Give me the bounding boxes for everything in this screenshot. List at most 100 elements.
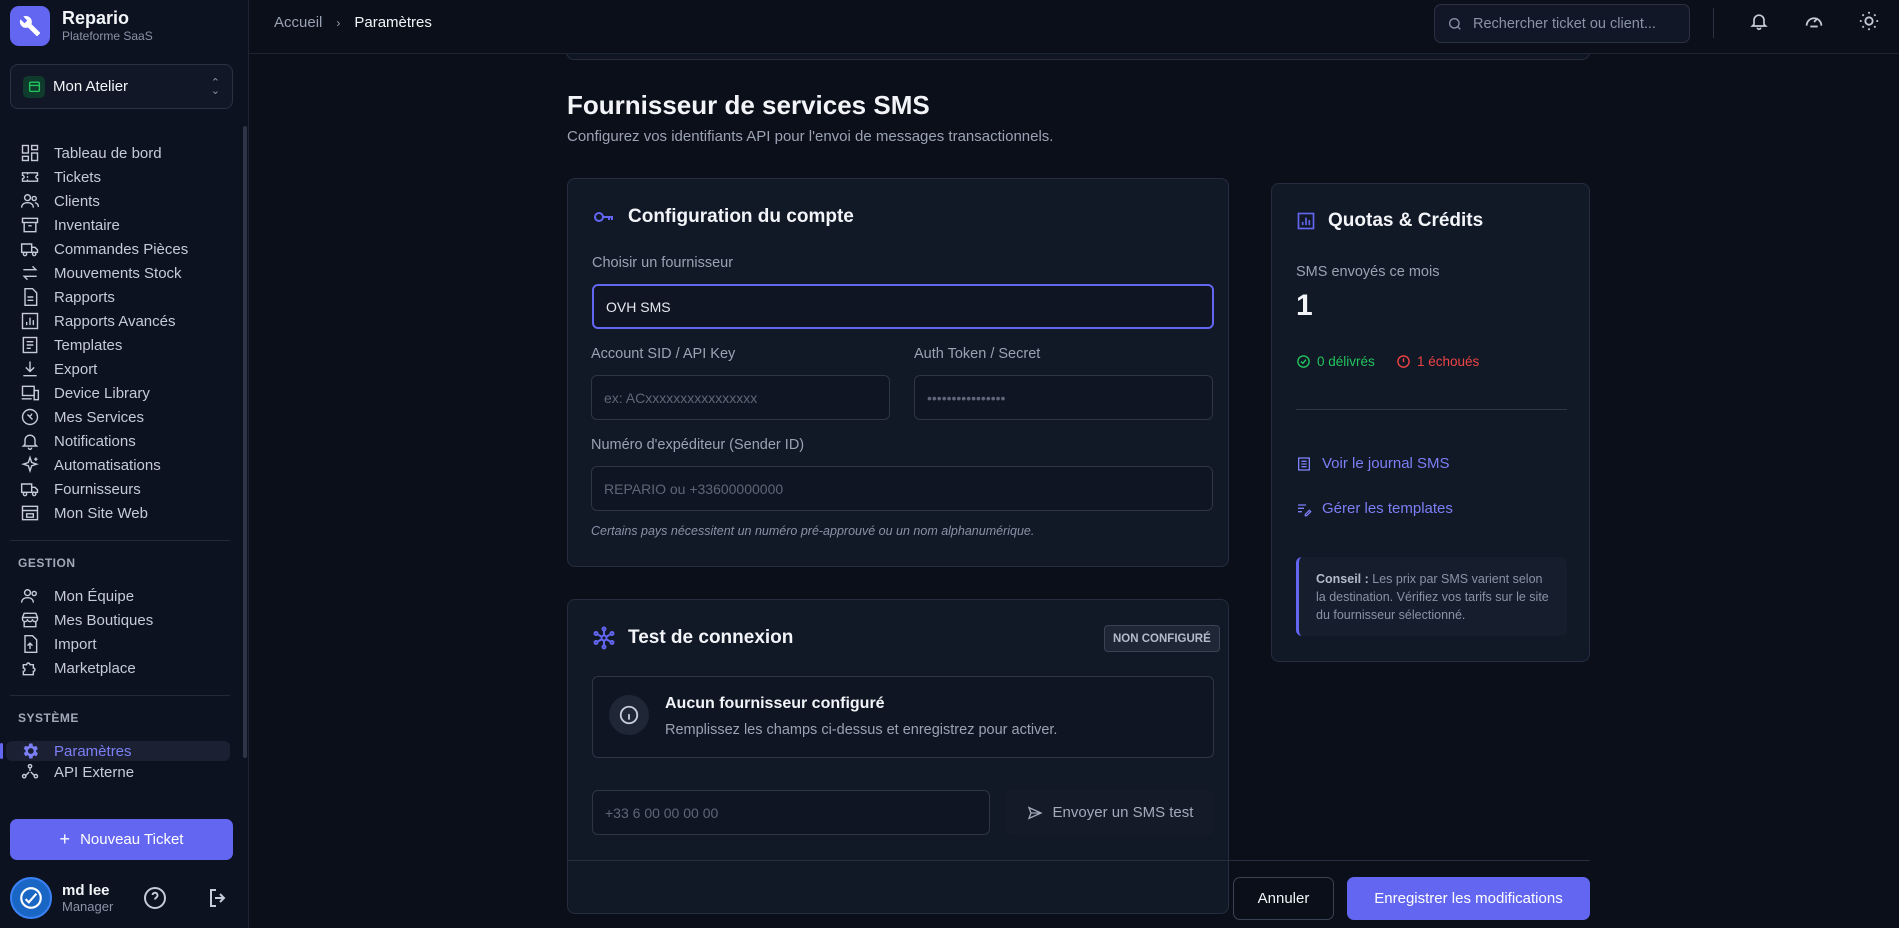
api-icon: [21, 764, 39, 779]
send-test-sms-button[interactable]: Envoyer un SMS test: [1006, 790, 1214, 835]
sidebar-item-automatisations[interactable]: Automatisations: [0, 453, 240, 477]
sidebar-item-label: Import: [54, 635, 97, 653]
token-field[interactable]: [914, 375, 1213, 420]
brand-name: Repario: [62, 8, 130, 28]
delivered-stat: 0 délivrés: [1296, 354, 1375, 369]
sidebar-item-label: Clients: [54, 192, 100, 210]
avatar[interactable]: [10, 877, 52, 919]
chevron-right-icon: ›: [336, 15, 341, 30]
sidebar-item-inventaire[interactable]: Inventaire: [0, 213, 240, 237]
info-text: Remplissez les champs ci-dessus et enreg…: [665, 722, 1058, 738]
sidebar-item-device-library[interactable]: Device Library: [0, 381, 240, 405]
provider-value: OVH SMS: [606, 298, 671, 315]
sidebar-item-label: Automatisations: [54, 456, 161, 474]
sidebar-item-label: API Externe: [54, 764, 135, 780]
manage-templates-link[interactable]: Gérer les templates: [1296, 500, 1453, 517]
chart-icon: [1297, 212, 1315, 230]
sidebar-item-label: Rapports: [54, 288, 115, 306]
sidebar-item-label: Paramètres: [54, 742, 132, 760]
search-input[interactable]: [1473, 15, 1673, 32]
topbar-divider: [1713, 8, 1714, 38]
sidebar-item-import[interactable]: Import: [0, 632, 240, 656]
section-title-gestion: GESTION: [18, 556, 76, 570]
sidebar-item-rapports-avances[interactable]: Rapports Avancés: [0, 309, 240, 333]
search-icon: [1449, 17, 1461, 30]
sid-field[interactable]: [591, 375, 890, 420]
sidebar-item-dashboard[interactable]: Tableau de bord: [0, 141, 240, 165]
token-input[interactable]: [927, 389, 1212, 406]
sun-icon[interactable]: [1856, 8, 1882, 34]
save-button[interactable]: Enregistrer les modifications: [1347, 877, 1590, 920]
provider-select[interactable]: OVH SMS: [592, 284, 1214, 329]
footer-divider: [567, 860, 1590, 861]
upload-icon: [24, 634, 38, 654]
sidebar-nav: Tableau de bord Tickets Clients Inventai…: [0, 141, 240, 780]
card-title: Configuration du compte: [592, 205, 854, 229]
test-phone-field[interactable]: [592, 790, 990, 835]
new-ticket-button[interactable]: + Nouveau Ticket: [10, 819, 233, 860]
sidebar-item-label: Mes Services: [54, 408, 145, 426]
test-phone-input[interactable]: [605, 804, 989, 821]
sid-input[interactable]: [604, 389, 889, 406]
cancel-button[interactable]: Annuler: [1233, 877, 1334, 920]
archive-icon: [21, 217, 39, 233]
bell-icon[interactable]: [1746, 8, 1772, 34]
speedometer-icon[interactable]: [1801, 8, 1827, 34]
sidebar-item-fournisseurs[interactable]: Fournisseurs: [0, 477, 240, 501]
sender-hint: Certains pays nécessitent un numéro pré-…: [591, 524, 1035, 538]
token-label: Auth Token / Secret: [914, 346, 1041, 362]
sidebar-item-clients[interactable]: Clients: [0, 189, 240, 213]
sidebar-item-label: Mes Boutiques: [54, 611, 154, 629]
sidebar-item-label: Export: [54, 360, 98, 378]
calendar-icon: [23, 75, 45, 98]
test-title: Test de connexion: [628, 627, 794, 648]
provider-label: Choisir un fournisseur: [592, 255, 734, 271]
team-icon: [20, 589, 37, 603]
sidebar-item-templates[interactable]: Templates: [0, 333, 240, 357]
sidebar-item-parametres[interactable]: Paramètres: [0, 741, 230, 761]
sent-count: 1: [1296, 289, 1313, 322]
quotas-card: Quotas & Crédits SMS envoyés ce mois 1 0…: [1271, 183, 1590, 662]
document-icon: [24, 287, 38, 307]
send-test-label: Envoyer un SMS test: [1052, 804, 1194, 821]
sender-input[interactable]: [604, 480, 1212, 497]
sidebar-item-api-externe[interactable]: API Externe: [0, 764, 240, 780]
breadcrumb-current: Paramètres: [354, 14, 432, 31]
sidebar-scrollbar[interactable]: [243, 126, 247, 758]
brand[interactable]: Repario Plateforme SaaS: [10, 6, 153, 46]
sidebar-item-label: Templates: [54, 336, 123, 354]
network-icon: [593, 626, 615, 650]
sidebar-item-site-web[interactable]: Mon Site Web: [0, 501, 240, 525]
quotas-title: Quotas & Crédits: [1328, 210, 1484, 231]
sender-field[interactable]: [591, 466, 1213, 511]
search-box[interactable]: [1434, 4, 1690, 43]
breadcrumb-home[interactable]: Accueil: [274, 14, 322, 31]
template-icon: [22, 336, 38, 354]
puzzle-icon: [22, 662, 36, 676]
sidebar-item-export[interactable]: Export: [0, 357, 240, 381]
workspace-selector[interactable]: Mon Atelier ⌃ ⌄: [10, 64, 233, 109]
sidebar-item-label: Mon Site Web: [54, 504, 148, 522]
sparkles-icon: [21, 455, 39, 474]
sidebar-item-rapports[interactable]: Rapports: [0, 285, 240, 309]
info-icon: [609, 695, 649, 735]
chart-icon: [21, 312, 39, 330]
sidebar-item-marketplace[interactable]: Marketplace: [0, 656, 240, 680]
info-title: Aucun fournisseur configuré: [665, 695, 885, 712]
help-icon[interactable]: [143, 886, 167, 913]
sidebar-item-mes-services[interactable]: Mes Services: [0, 405, 240, 429]
sidebar-item-tickets[interactable]: Tickets: [0, 165, 240, 189]
users-icon: [20, 194, 40, 208]
sidebar-item-label: Commandes Pièces: [54, 240, 189, 258]
sidebar-item-boutiques[interactable]: Mes Boutiques: [0, 608, 240, 632]
failed-stat: 1 échoués: [1396, 354, 1479, 369]
website-icon: [21, 505, 39, 521]
sidebar-item-mouvements[interactable]: Mouvements Stock: [0, 261, 240, 285]
sidebar-item-commandes[interactable]: Commandes Pièces: [0, 237, 240, 261]
logout-icon[interactable]: [206, 886, 230, 913]
no-provider-info: Aucun fournisseur configuré Remplissez l…: [592, 676, 1214, 758]
sidebar-item-equipe[interactable]: Mon Équipe: [0, 584, 240, 608]
sms-log-link[interactable]: Voir le journal SMS: [1296, 455, 1450, 472]
edit-list-icon: [1298, 503, 1312, 516]
sidebar-item-notifications[interactable]: Notifications: [0, 429, 240, 453]
